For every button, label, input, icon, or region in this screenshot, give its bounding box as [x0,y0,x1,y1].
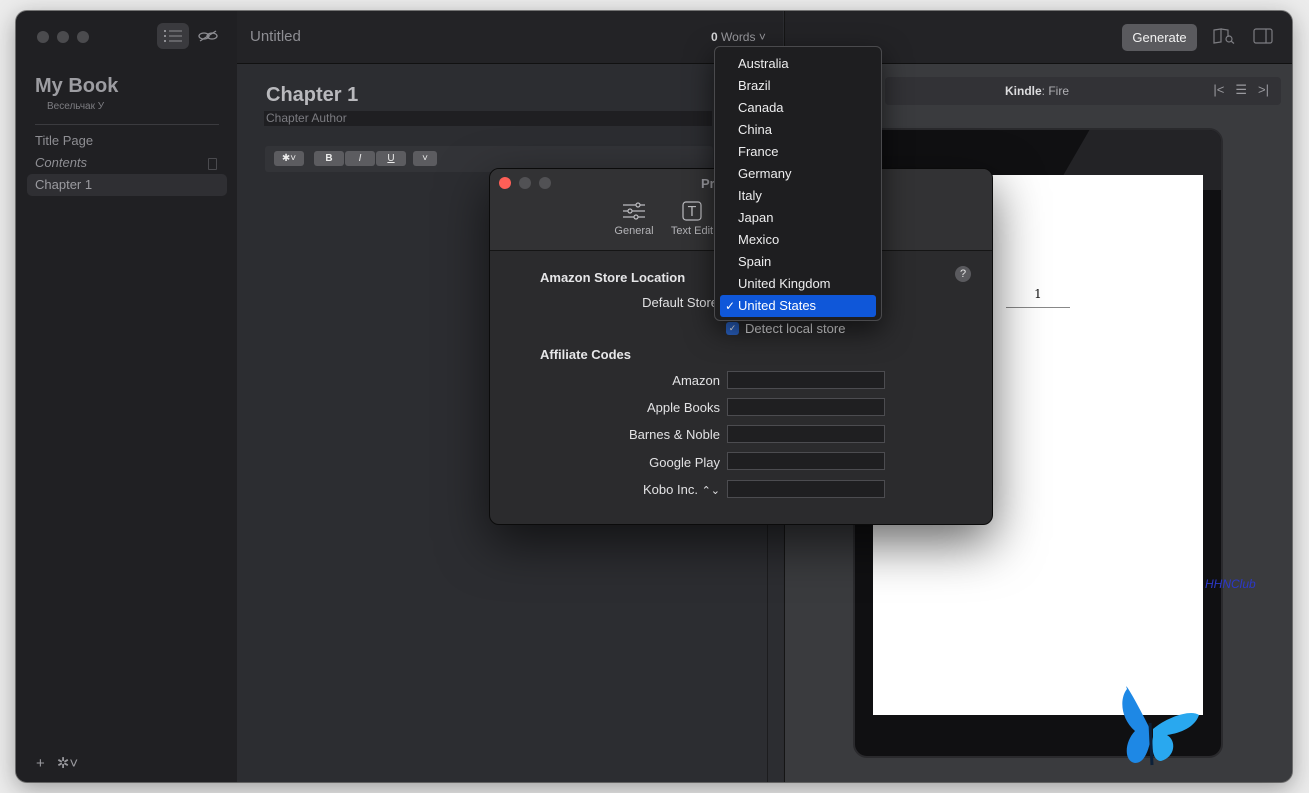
minimize-dialog-button [519,177,531,189]
google-play-code-field[interactable] [727,452,885,470]
book-title[interactable]: My Book [35,75,118,98]
up-down-chevron-icon: ⌃⌄ [701,485,720,497]
style-menu-icon[interactable]: ✱˅ [274,151,304,166]
editor-toolbar: Untitled 0 Words ˅ [237,11,783,64]
book-author[interactable]: Весельчак У [47,101,104,112]
menu-item-spain[interactable]: Spain [720,251,876,273]
dialog-title: Pr [701,176,715,191]
butterfly-logo-icon [1122,686,1199,766]
bold-button[interactable]: B [314,151,344,166]
menu-item-germany[interactable]: Germany [720,163,876,185]
amazon-code-field[interactable] [727,371,885,389]
device-brand: Kindle [1005,84,1042,98]
document-title: Untitled [250,28,301,45]
device-model: : Fire [1041,84,1070,98]
device-name: Kindle: Fire [1005,84,1069,98]
menu-item-mexico[interactable]: Mexico [720,229,876,251]
zoom-dialog-button [539,177,551,189]
checkmark-icon: ✓ [726,322,739,335]
sidebar: My Book Весельчак У Title Page Contents … [16,11,238,782]
dialog-window-controls [499,177,551,189]
checkbox-label: Detect local store [745,321,846,336]
more-chevron-icon[interactable]: ˅ [413,151,437,166]
sliders-icon [604,201,664,225]
apple-books-label: Apple Books [647,400,720,415]
amazon-label: Amazon [672,373,720,388]
device-selector[interactable]: Kindle: Fire |< ☰ >| [885,77,1281,105]
menu-item-china[interactable]: China [720,119,876,141]
last-page-icon[interactable]: >| [1258,82,1269,98]
chevron-down-icon: ˅ [758,30,766,44]
gear-menu-icon[interactable]: ✲˅ [57,754,78,772]
sidebar-item-label: Chapter 1 [35,177,93,192]
page-number: 1 [1006,287,1070,308]
close-dialog-button[interactable] [499,177,511,189]
underline-button[interactable]: U [376,151,406,166]
hide-links-icon[interactable] [192,23,224,49]
menu-item-japan[interactable]: Japan [720,207,876,229]
word-count-label: Words [721,30,756,44]
sidebar-divider [35,124,219,125]
word-count-value: 0 [711,30,718,44]
tab-general[interactable]: General [604,201,664,237]
menu-item-canada[interactable]: Canada [720,97,876,119]
help-button[interactable]: ? [955,266,971,282]
barnes-noble-code-field[interactable] [727,425,885,443]
menu-item-united-states[interactable]: ✓ United States [720,295,876,317]
google-play-label: Google Play [649,455,720,470]
affiliate-section-heading: Affiliate Codes [540,347,632,362]
toc-list-icon[interactable]: ☰ [1235,82,1247,98]
chapter-author-field[interactable]: Chapter Author [264,111,712,126]
detect-local-store-checkbox[interactable]: ✓ Detect local store [726,321,845,336]
sidebar-item-label: Title Page [35,133,94,148]
watermark-text: HHNClub [1205,577,1256,591]
sidebar-item-contents[interactable]: Contents [27,152,227,174]
menu-item-france[interactable]: France [720,141,876,163]
sidebar-toggle-icon[interactable] [1253,28,1273,47]
kobo-selector[interactable]: Kobo Inc. ⌃⌄ [570,482,720,497]
menu-item-italy[interactable]: Italy [720,185,876,207]
list-view-icon[interactable] [157,23,189,49]
book-preview-icon[interactable] [1213,28,1235,47]
sidebar-item-label: Contents [35,155,88,170]
tab-label: Text Edit [670,225,714,237]
tab-text-edit[interactable]: T Text Edit [662,201,722,237]
add-icon[interactable]: + [36,755,45,772]
menu-item-brazil[interactable]: Brazil [720,75,876,97]
kobo-code-field[interactable] [727,480,885,498]
zoom-window-button[interactable] [77,31,89,43]
device-icon [208,158,217,170]
chapter-title[interactable]: Chapter 1 [266,84,358,107]
apple-books-code-field[interactable] [727,398,885,416]
word-count-button[interactable]: 0 Words ˅ [711,30,766,44]
default-store-label: Default Store [642,295,718,310]
page-navigation: |< ☰ >| [1213,82,1269,98]
text-box-icon: T [662,201,722,225]
kobo-label: Kobo Inc. [643,482,698,497]
sidebar-item-title-page[interactable]: Title Page [27,130,227,152]
checkmark-icon: ✓ [725,299,736,313]
menu-item-australia[interactable]: Australia [720,53,876,75]
window-controls [37,31,89,43]
menu-item-label: United States [738,298,817,313]
barnes-noble-label: Barnes & Noble [628,427,720,442]
italic-button[interactable]: I [345,151,375,166]
tab-label: General [614,225,654,237]
minimize-window-button[interactable] [57,31,69,43]
sidebar-footer: + ✲˅ [36,754,78,773]
sidebar-item-chapter-1[interactable]: Chapter 1 [27,174,227,196]
menu-item-united-kingdom[interactable]: United Kingdom [720,273,876,295]
first-page-icon[interactable]: |< [1213,82,1224,98]
close-window-button[interactable] [37,31,49,43]
store-section-heading: Amazon Store Location [540,270,686,285]
svg-text:T: T [687,205,696,220]
default-store-menu: Australia Brazil Canada China France Ger… [714,46,882,321]
generate-button[interactable]: Generate [1122,24,1197,51]
